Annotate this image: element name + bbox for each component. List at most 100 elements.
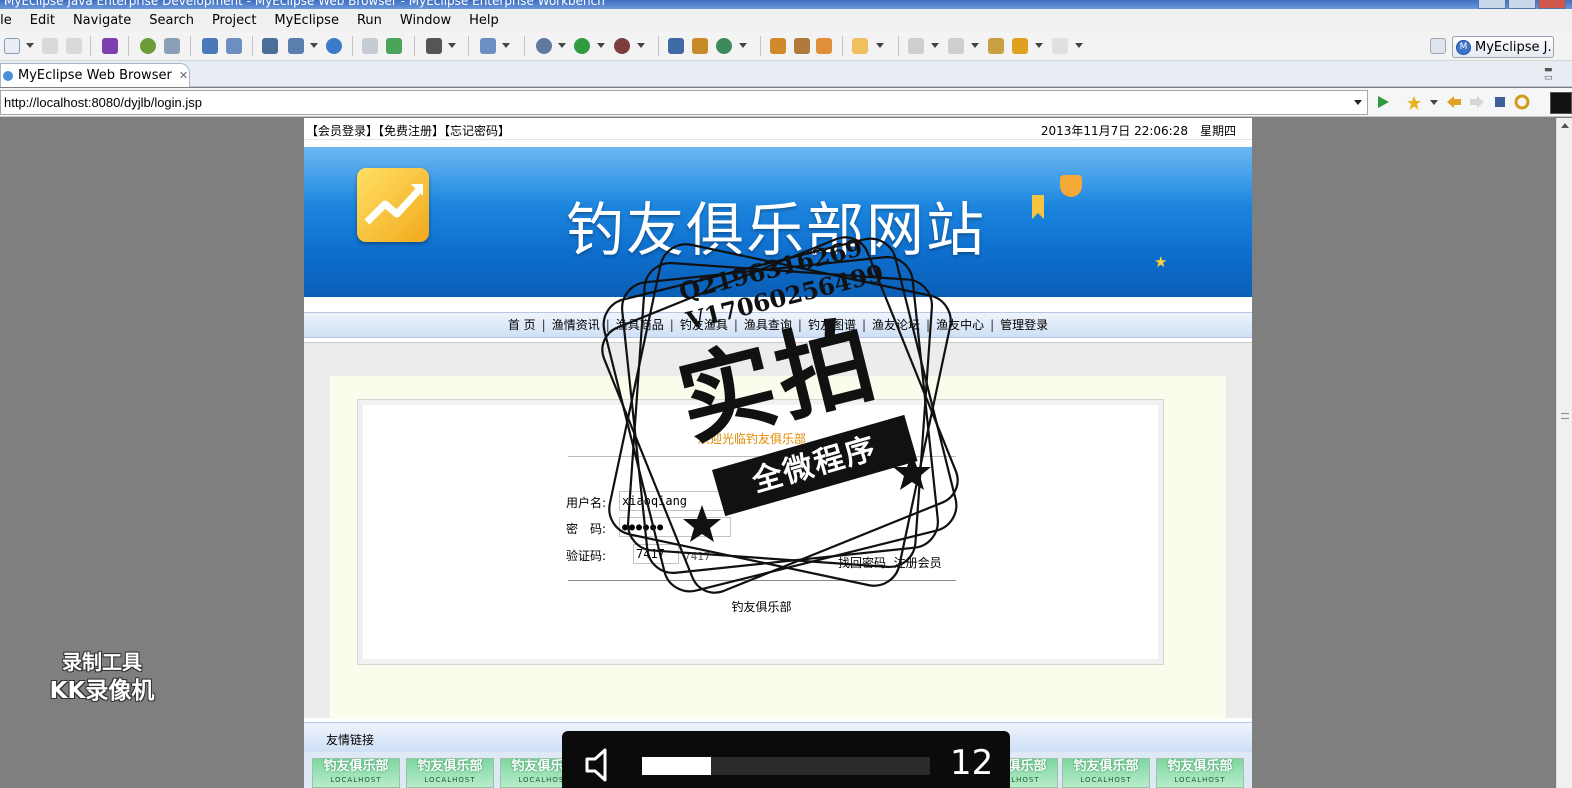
pin-icon[interactable] <box>794 38 810 54</box>
hierarchy-icon[interactable] <box>262 38 278 54</box>
folder-open-icon[interactable] <box>770 38 786 54</box>
nav-admin-login[interactable]: 管理登录 <box>994 313 1054 337</box>
bookmark-icon[interactable] <box>816 38 832 54</box>
menu-navigate[interactable]: Navigate <box>64 13 140 28</box>
folder-dropdown-icon[interactable] <box>876 43 884 48</box>
nav-gear-products[interactable]: 渔具商品 <box>610 313 670 337</box>
nav-angler-gear[interactable]: 钓友渔具 <box>674 313 734 337</box>
nav-member-center[interactable]: 渔友中心 <box>930 313 990 337</box>
new-dropdown-icon[interactable] <box>26 43 34 48</box>
open-perspective-button-icon[interactable] <box>1430 38 1446 54</box>
forward-dropdown-icon[interactable] <box>1075 43 1083 48</box>
new-class-icon[interactable] <box>480 38 496 54</box>
forgot-password-link[interactable]: 【忘记密码】 <box>444 124 510 138</box>
register-member-link[interactable]: 注册会员 <box>894 556 942 570</box>
maximize-button[interactable] <box>1508 0 1536 9</box>
menu-run[interactable]: Run <box>348 13 391 28</box>
print-icon[interactable] <box>66 38 82 54</box>
minimize-button[interactable] <box>1478 0 1506 9</box>
terminal-icon[interactable] <box>426 38 442 54</box>
globe-icon[interactable] <box>326 38 342 54</box>
bug-icon[interactable] <box>140 38 156 54</box>
debug-icon[interactable] <box>536 38 552 54</box>
menu-myeclipse[interactable]: MyEclipse <box>265 13 348 28</box>
new-project-icon[interactable] <box>288 38 304 54</box>
captcha-image[interactable]: 7417 <box>684 550 711 563</box>
browser-forward-icon[interactable] <box>1469 95 1485 109</box>
browser-back-icon[interactable] <box>1446 95 1462 109</box>
url-history-dropdown-icon[interactable] <box>1354 100 1362 105</box>
menu-project[interactable]: Project <box>203 13 265 28</box>
open-type-icon[interactable] <box>362 38 378 54</box>
scroll-grip[interactable] <box>1561 413 1569 419</box>
free-register-link[interactable]: 【免费注册】 <box>378 124 444 138</box>
new-icon[interactable] <box>4 38 20 54</box>
web-page: 【会员登录】【免费注册】【忘记密码】 2013年11月7日 22:06:28 星… <box>304 118 1252 788</box>
back-dropdown-icon[interactable] <box>1035 43 1043 48</box>
tab-web-browser[interactable]: MyEclipse Web Browser ✕ <box>0 63 190 87</box>
prev-annotation-dropdown-icon[interactable] <box>971 43 979 48</box>
class-dropdown-icon[interactable] <box>502 43 510 48</box>
prev-annotation-icon[interactable] <box>948 38 964 54</box>
panel-icon[interactable] <box>1550 92 1572 114</box>
menu-search[interactable]: Search <box>140 13 203 28</box>
tab-label: MyEclipse Web Browser <box>18 68 172 83</box>
menu-window[interactable]: Window <box>391 13 460 28</box>
save-icon[interactable] <box>42 38 58 54</box>
go-icon[interactable] <box>1376 95 1390 109</box>
friend-link-logo[interactable]: 钓友俱乐部 LOCALHOST <box>1062 758 1150 788</box>
next-annotation-dropdown-icon[interactable] <box>931 43 939 48</box>
run-icon[interactable] <box>574 38 590 54</box>
run-dropdown-icon[interactable] <box>597 43 605 48</box>
minimize-maximize-icon[interactable]: ▬ ▭ <box>1544 66 1553 83</box>
folder-icon[interactable] <box>852 38 868 54</box>
forgot-password-link[interactable]: 找回密码 <box>838 556 886 570</box>
browser-refresh-icon[interactable] <box>1514 94 1530 110</box>
close-tab-icon[interactable]: ✕ <box>179 69 188 82</box>
nav-forum[interactable]: 渔友论坛 <box>866 313 926 337</box>
nav-home[interactable]: 首 页 <box>502 313 542 337</box>
menu-help[interactable]: Help <box>460 13 508 28</box>
close-window-button[interactable] <box>1538 0 1566 9</box>
friend-link-logo[interactable]: 钓友俱乐部 LOCALHOST <box>1156 758 1244 788</box>
password-input[interactable] <box>619 517 731 537</box>
nav-gear-search[interactable]: 渔具查询 <box>738 313 798 337</box>
external-tools-icon[interactable] <box>614 38 630 54</box>
volume-osd: 12 <box>562 731 1010 788</box>
form-links: 找回密码 注册会员 <box>838 554 942 571</box>
open-perspective-icon[interactable] <box>668 38 684 54</box>
stop-icon[interactable] <box>1494 96 1506 108</box>
vertical-scrollbar[interactable] <box>1556 118 1572 788</box>
refresh-icon[interactable] <box>716 38 732 54</box>
add-icon[interactable] <box>386 38 402 54</box>
forward-icon[interactable] <box>1052 38 1068 54</box>
member-login-link[interactable]: 【会员登录】 <box>306 124 378 138</box>
next-annotation-icon[interactable] <box>908 38 924 54</box>
favorites-dropdown-icon[interactable] <box>1430 100 1438 105</box>
favorites-icon[interactable] <box>1406 95 1422 111</box>
scroll-up-icon[interactable] <box>1561 123 1569 128</box>
perspective-switcher[interactable]: M MyEclipse J... <box>1452 36 1554 58</box>
last-edit-icon[interactable] <box>988 38 1004 54</box>
menu-edit[interactable]: Edit <box>21 13 64 28</box>
terminal-dropdown-icon[interactable] <box>448 43 456 48</box>
debug-dropdown-icon[interactable] <box>558 43 566 48</box>
nav-angler-gallery[interactable]: 钓友图谱 <box>802 313 862 337</box>
back-icon[interactable] <box>1012 38 1028 54</box>
nav-fishing-news[interactable]: 渔情资讯 <box>546 313 606 337</box>
menu-file[interactable]: File <box>0 13 21 28</box>
gift-icon[interactable] <box>692 38 708 54</box>
username-label: 用户名: <box>566 496 607 510</box>
friend-link-logo[interactable]: 钓友俱乐部 LOCALHOST <box>406 758 494 788</box>
refresh-dropdown-icon[interactable] <box>739 43 747 48</box>
external-tools-dropdown-icon[interactable] <box>637 43 645 48</box>
undeploy-icon[interactable] <box>226 38 242 54</box>
friend-link-logo[interactable]: 钓友俱乐部 LOCALHOST <box>312 758 400 788</box>
project-dropdown-icon[interactable] <box>310 43 318 48</box>
url-input[interactable] <box>0 90 1368 115</box>
captcha-input[interactable] <box>633 544 679 564</box>
server-icon[interactable] <box>164 38 180 54</box>
username-input[interactable] <box>619 491 731 511</box>
deploy-icon[interactable] <box>202 38 218 54</box>
package-icon[interactable] <box>102 38 118 54</box>
